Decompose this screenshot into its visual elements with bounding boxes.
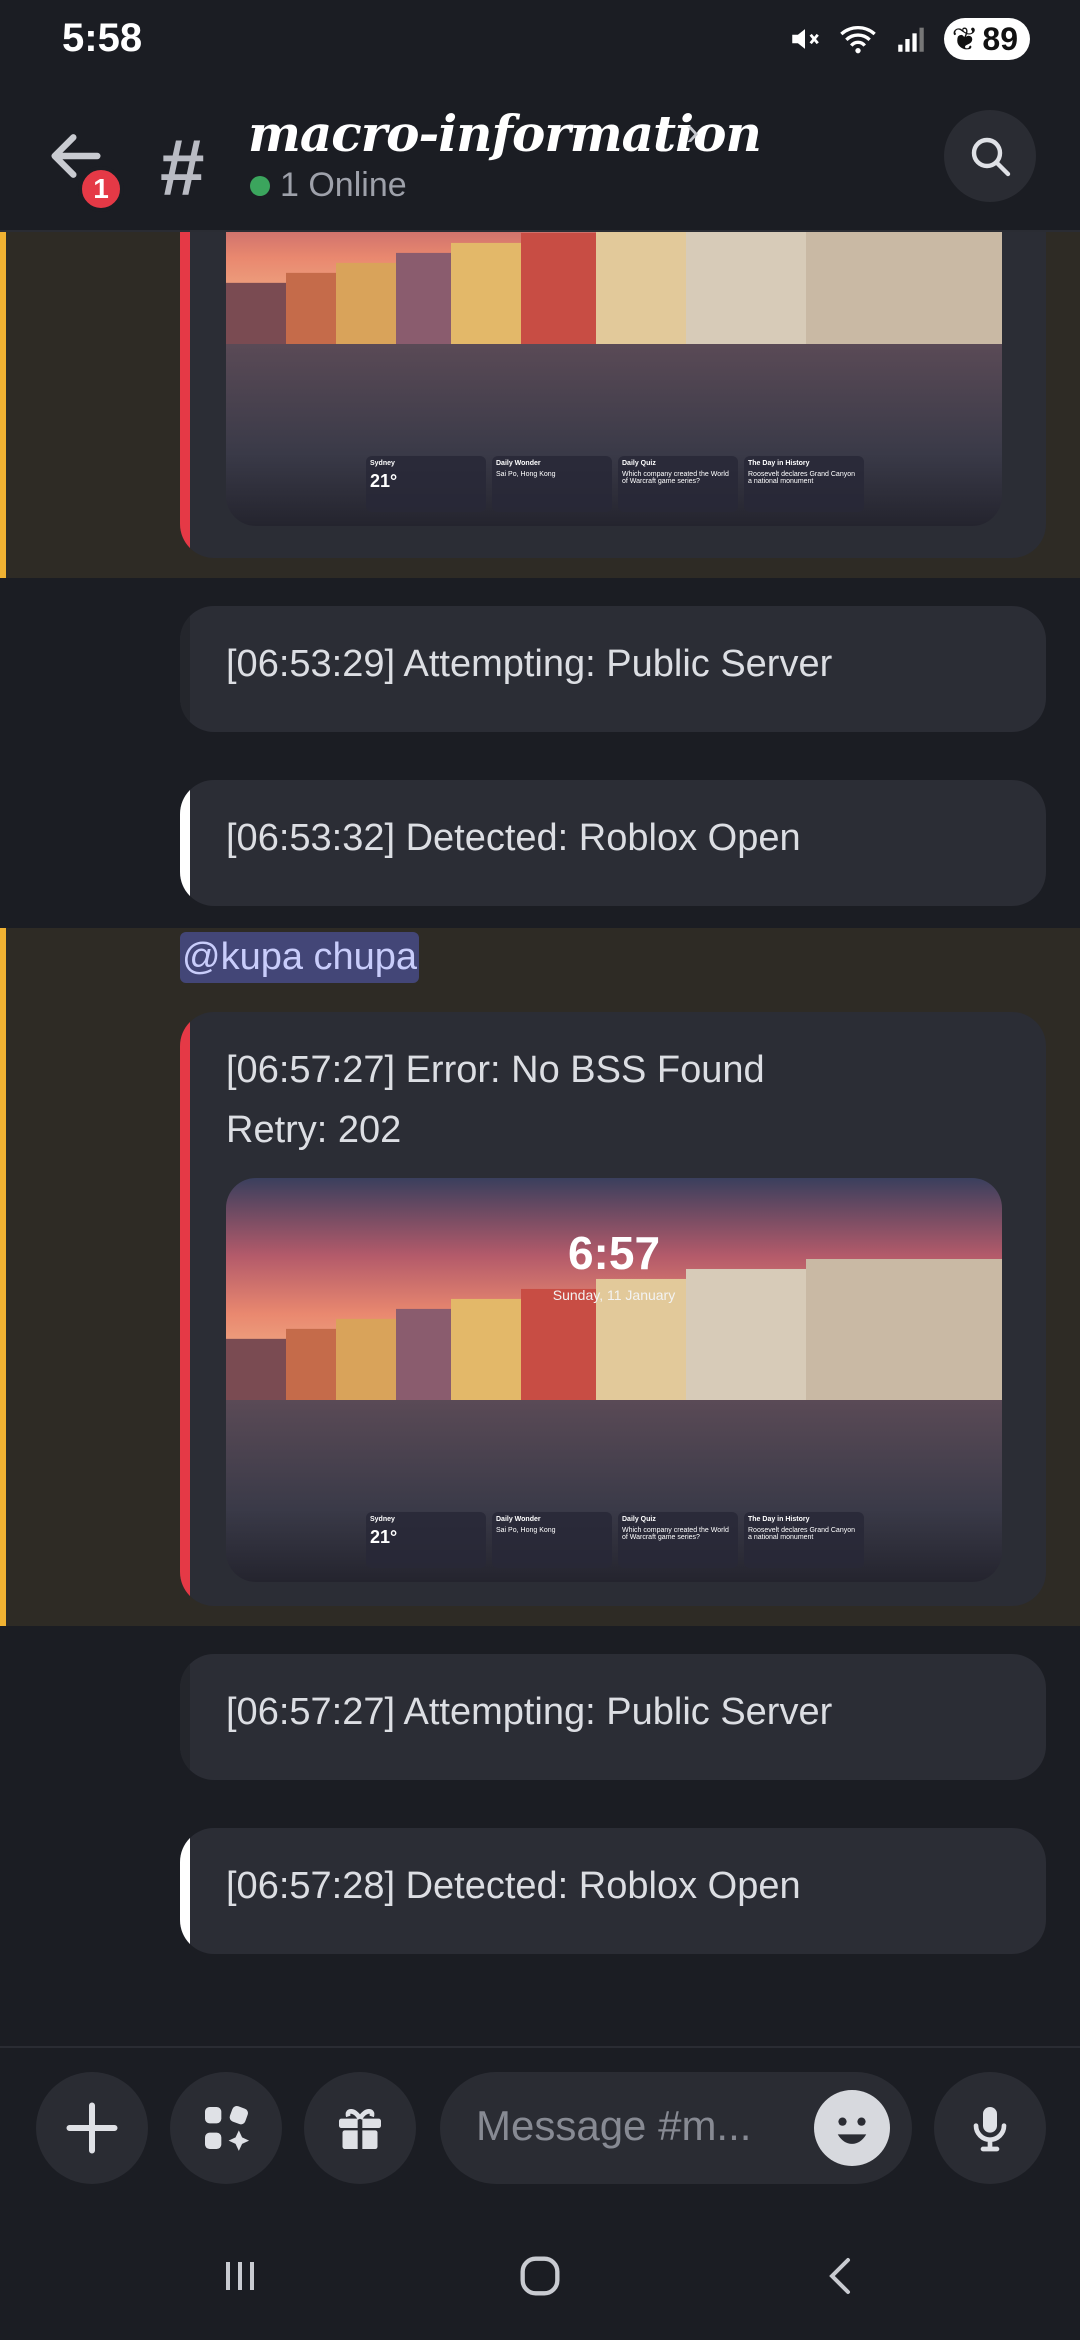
wifi-icon	[839, 26, 876, 54]
recent-apps-button[interactable]	[210, 2246, 270, 2306]
search-icon	[971, 137, 1011, 177]
apps-icon	[205, 2106, 250, 2151]
system-nav-bar	[0, 2210, 1080, 2340]
smile-icon	[837, 2117, 867, 2144]
message-text: [06:57:27] Attempting: Public Server	[226, 1691, 833, 1733]
status-bar: 5:58 ❦ 89	[0, 0, 1080, 80]
user-mention[interactable]: @kupa chupa	[180, 932, 420, 983]
message-embed-card[interactable]: Sydney 21° Daily Wonder Sai Po, Hong Kong …	[180, 232, 1046, 558]
message-text: [06:53:32] Detected: Roblox Open	[226, 817, 801, 859]
add-attachment-button[interactable]	[36, 2072, 148, 2184]
status-time: 5:58	[62, 16, 143, 60]
home-icon	[520, 2256, 560, 2296]
widget-weather: Sydney 21°	[366, 1512, 486, 1568]
notification-badge: 1	[78, 166, 124, 212]
embed-date: Sunday, 11 January	[552, 1287, 676, 1304]
system-back-button[interactable]	[812, 2246, 872, 2306]
embed-widgets: Sydney 21° Daily Wonder Sai Po, Hong Kong …	[366, 1512, 864, 1568]
message-text: [06:57:27] Error: No BSS Found Retry: 20…	[226, 1049, 765, 1151]
embed-screenshot-image[interactable]: 6:57 Sunday, 11 January Sydney 21° Daily …	[226, 1178, 1002, 1582]
widget-daily-quiz: Daily Quiz Which company created the Worl…	[618, 1512, 738, 1568]
online-count: 1 Online	[280, 166, 407, 204]
status-icons: ❦ 89	[788, 18, 1030, 60]
channel-hash-icon: #	[160, 123, 205, 212]
chevron-right-icon[interactable]: ›	[686, 110, 699, 155]
channel-name[interactable]: macro-information	[248, 104, 762, 163]
recents-icon	[226, 2262, 254, 2290]
widget-weather: Sydney 21°	[366, 456, 486, 512]
message-embed-card[interactable]: [06:53:29] Attempting: Public Server	[180, 606, 1046, 732]
plus-icon	[66, 2102, 118, 2154]
widget-day-in-history: The Day in History Roosevelt declares Gra…	[744, 456, 864, 512]
signal-icon	[897, 27, 924, 52]
message-embed-card[interactable]: [06:57:27] Error: No BSS Found Retry: 20…	[180, 1012, 1046, 1606]
chevron-left-icon	[829, 2258, 850, 2294]
apps-button[interactable]	[170, 2072, 282, 2184]
widget-daily-wonder: Daily Wonder Sai Po, Hong Kong	[492, 1512, 612, 1568]
microphone-icon	[973, 2107, 1007, 2152]
embed-widgets: Sydney 21° Daily Wonder Sai Po, Hong Kong …	[366, 456, 864, 512]
message-embed-card[interactable]: [06:53:32] Detected: Roblox Open	[180, 780, 1046, 906]
battery-leaf-icon: ❦	[951, 21, 979, 57]
home-button[interactable]	[510, 2246, 570, 2306]
embed-screenshot-image[interactable]: Sydney 21° Daily Wonder Sai Po, Hong Kong …	[226, 232, 1002, 526]
widget-day-in-history: The Day in History Roosevelt declares Gra…	[744, 1512, 864, 1568]
mute-icon	[791, 29, 819, 49]
widget-daily-wonder: Daily Wonder Sai Po, Hong Kong	[492, 456, 612, 512]
message-embed-card[interactable]: [06:57:27] Attempting: Public Server	[180, 1654, 1046, 1780]
message-text: [06:53:29] Attempting: Public Server	[226, 643, 833, 685]
search-button[interactable]	[944, 110, 1036, 202]
emoji-button[interactable]	[814, 2090, 890, 2166]
message-input[interactable]: Message #m...	[440, 2072, 912, 2184]
gift-icon	[339, 2109, 381, 2149]
voice-message-button[interactable]	[934, 2072, 1046, 2184]
gift-button[interactable]	[304, 2072, 416, 2184]
message-list[interactable]: Sydney 21° Daily Wonder Sai Po, Hong Kong …	[0, 232, 1080, 2046]
embed-clock: 6:57	[567, 1227, 661, 1280]
message-composer: Message #m...	[0, 2046, 1080, 2210]
battery-indicator: ❦ 89	[943, 18, 1030, 60]
message-text: [06:57:28] Detected: Roblox Open	[226, 1865, 801, 1907]
online-dot-icon	[250, 175, 270, 196]
online-status: 1 Online	[250, 166, 407, 205]
widget-daily-quiz: Daily Quiz Which company created the Worl…	[618, 456, 738, 512]
battery-level: 89	[982, 20, 1018, 57]
message-embed-card[interactable]: [06:57:28] Detected: Roblox Open	[180, 1828, 1046, 1954]
channel-header: 1 # macro-information › 1 Online	[0, 80, 1080, 232]
message-placeholder: Message #m...	[476, 2102, 752, 2149]
